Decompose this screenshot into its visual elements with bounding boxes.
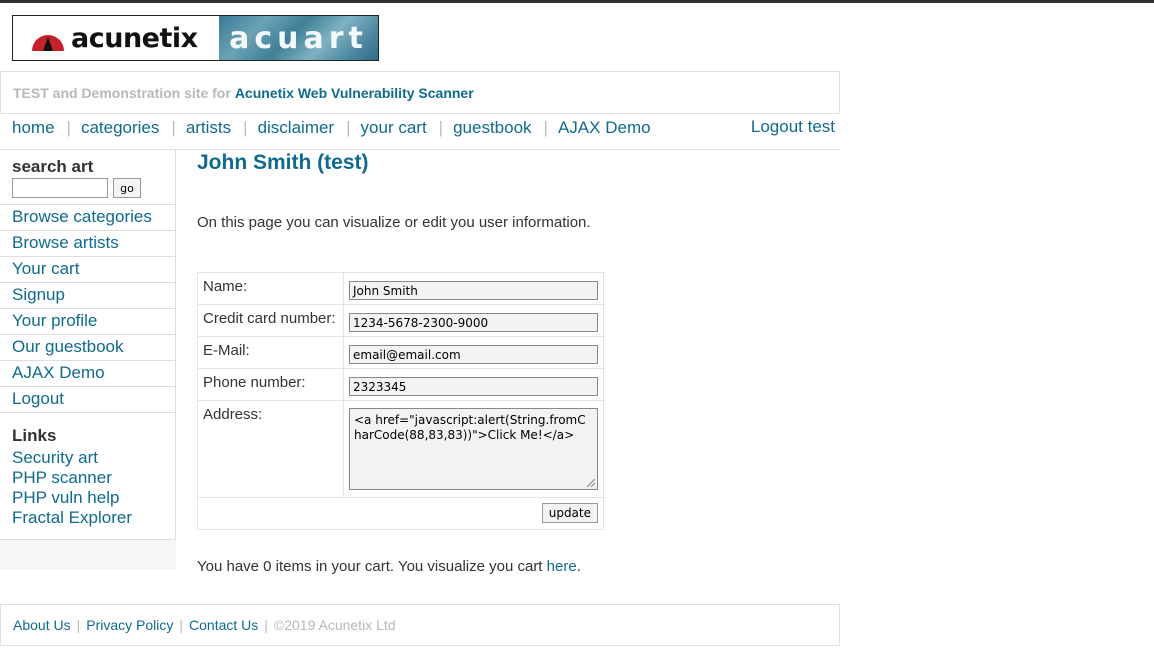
nav-guestbook[interactable]: guestbook [453,118,531,138]
nav-separator: | [66,118,71,137]
acunetix-mark-icon [32,35,64,51]
footer-separator: | [179,617,184,633]
nav-artists[interactable]: artists [186,118,231,138]
sidebar-item-your-cart[interactable]: Your cart [0,257,176,283]
logout-link[interactable]: Logout test [751,117,835,137]
nav-your-cart[interactable]: your cart [361,118,427,138]
intro-text: On this page you can visualize or edit y… [197,214,591,231]
page-title: John Smith (test) [197,151,369,174]
sidebar-item-logout[interactable]: Logout [0,387,176,413]
nav-ajax-demo[interactable]: AJAX Demo [558,118,651,138]
acuart-banner: acuart [219,16,378,60]
credit-card-label: Credit card number: [197,304,344,337]
email-field[interactable]: email@email.com [349,345,598,364]
resize-grip-icon[interactable] [587,479,595,487]
top-nav: home | categories | artists | disclaimer… [0,114,840,150]
nav-home[interactable]: home [12,118,55,138]
name-field[interactable]: John Smith [349,281,598,300]
sidebar-item-your-profile[interactable]: Your profile [0,309,176,335]
nav-separator: | [543,118,548,137]
link-security-art[interactable]: Security art [12,448,132,468]
sidebar-item-browse-artists[interactable]: Browse artists [0,231,176,257]
tagline-prefix: TEST and Demonstration site for [13,84,231,101]
sidebar-item-signup[interactable]: Signup [0,283,176,309]
top-border [0,0,1154,3]
address-label: Address: [197,400,344,498]
search-label: search art [12,157,94,176]
phone-label: Phone number: [197,368,344,401]
sidebar-menu: Browse categories Browse artists Your ca… [0,205,176,413]
nav-categories[interactable]: categories [81,118,159,138]
footer-separator: | [76,617,81,633]
site-logo[interactable]: acunetix acuart [12,15,379,61]
acunetix-logo: acunetix [13,16,219,60]
nav-disclaimer[interactable]: disclaimer [258,118,335,138]
address-textarea[interactable]: <a href="javascript:alert(String.fromCha… [349,408,598,490]
acuart-wordmark: acuart [229,20,368,56]
name-label: Name: [197,272,344,305]
sidebar-item-ajax-demo[interactable]: AJAX Demo [0,361,176,387]
nav-separator: | [438,118,444,137]
update-button[interactable]: update [541,503,598,523]
link-php-vuln-help[interactable]: PHP vuln help [12,488,132,508]
search-go-button[interactable]: go [113,178,141,198]
link-php-scanner[interactable]: PHP scanner [12,468,132,488]
phone-field[interactable]: 2323345 [349,377,598,396]
search-form: search art go [0,150,176,205]
nav-separator: | [171,118,176,137]
nav-separator: | [346,118,351,137]
footer-about-us[interactable]: About Us [13,617,71,633]
footer-copyright: ©2019 Acunetix Ltd [273,617,396,633]
sidebar: search art go Browse categories Browse a… [0,150,176,570]
footer-contact-us[interactable]: Contact Us [189,617,258,633]
scanner-link[interactable]: Acunetix Web Vulnerability Scanner [235,85,474,101]
user-info-form: Name: John Smith Credit card number: 123… [197,272,604,530]
sidebar-footer [0,540,176,570]
link-fractal-explorer[interactable]: Fractal Explorer [12,508,132,528]
cart-status-text: You have 0 items in your cart. You visua… [197,558,543,575]
links-list: Security art PHP scanner PHP vuln help F… [12,448,132,528]
links-title: Links [12,426,57,445]
cart-status: You have 0 items in your cart. You visua… [197,558,581,575]
tagline-bar: TEST and Demonstration site for Acunetix… [0,71,840,114]
sidebar-item-guestbook[interactable]: Our guestbook [0,335,176,361]
footer-privacy-policy[interactable]: Privacy Policy [86,617,173,633]
acunetix-wordmark: acunetix [71,22,198,54]
address-value: <a href="javascript:alert(String.fromCha… [354,413,586,442]
search-input[interactable] [12,178,108,198]
sidebar-item-browse-categories[interactable]: Browse categories [0,205,176,231]
footer-separator: | [264,617,268,633]
cart-here-link[interactable]: here [547,558,577,575]
email-label: E-Mail: [197,336,344,369]
credit-card-field[interactable]: 1234-5678-2300-9000 [349,313,598,332]
cart-status-end: . [576,558,581,575]
links-section: Links Security art PHP scanner PHP vuln … [0,413,176,540]
nav-separator: | [243,118,248,137]
footer: About Us | Privacy Policy | Contact Us |… [0,604,840,646]
